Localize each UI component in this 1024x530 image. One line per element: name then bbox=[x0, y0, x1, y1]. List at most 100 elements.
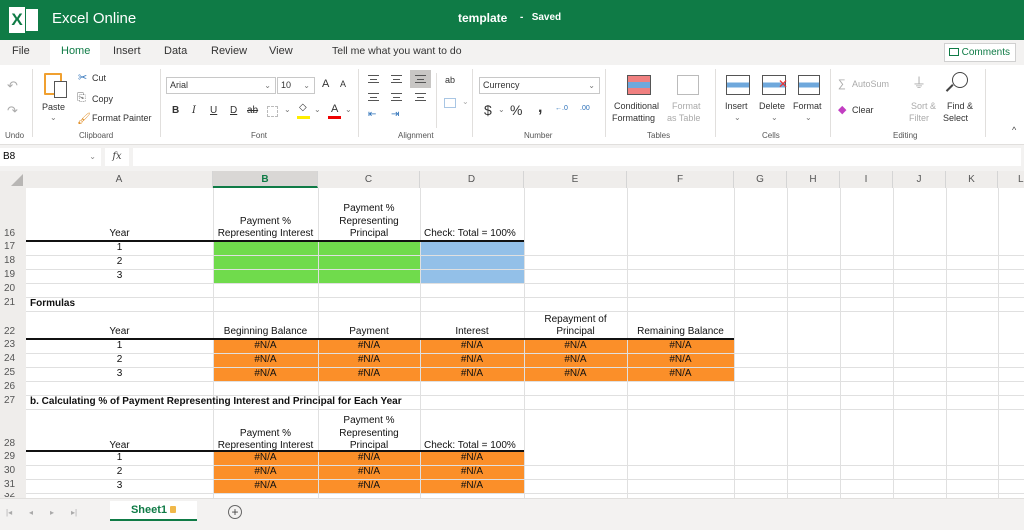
borders-icon[interactable] bbox=[267, 106, 278, 117]
column-header-c[interactable]: C bbox=[318, 171, 420, 188]
table2-cell[interactable]: #N/A bbox=[524, 354, 627, 366]
align-top-icon[interactable] bbox=[368, 75, 379, 83]
table2-cell[interactable]: #N/A bbox=[627, 354, 734, 366]
chevron-down-icon[interactable]: ⌄ bbox=[498, 105, 505, 114]
table1-header-year[interactable]: Year bbox=[26, 228, 213, 240]
font-size-dropdown[interactable]: 10 ⌄ bbox=[277, 77, 315, 94]
row-header-20[interactable]: 20 bbox=[0, 283, 26, 294]
row-header-17[interactable]: 17 bbox=[0, 241, 26, 252]
table2-cell[interactable]: #N/A bbox=[420, 340, 524, 352]
table2-header-remaining-balance[interactable]: Remaining Balance bbox=[627, 326, 734, 338]
table2-cell[interactable]: #N/A bbox=[213, 368, 318, 380]
column-header-a[interactable]: A bbox=[26, 171, 213, 188]
tab-review[interactable]: Review bbox=[201, 40, 257, 65]
number-format-dropdown[interactable]: Currency ⌄ bbox=[479, 77, 600, 94]
tell-me-search[interactable]: Tell me what you want to do bbox=[332, 45, 462, 57]
table1-header-principal-line1[interactable]: Payment % bbox=[318, 203, 420, 215]
tab-data[interactable]: Data bbox=[154, 40, 197, 65]
strikethrough-button[interactable]: ab bbox=[247, 105, 258, 116]
table2-cell[interactable]: #N/A bbox=[524, 368, 627, 380]
last-sheet-icon[interactable]: ▸| bbox=[71, 508, 77, 517]
table2-cell[interactable]: #N/A bbox=[213, 340, 318, 352]
shrink-font-button[interactable]: A bbox=[340, 79, 346, 89]
table1-header-principal-line3[interactable]: Principal bbox=[318, 228, 420, 240]
chevron-down-icon[interactable]: ⌄ bbox=[345, 105, 352, 114]
table3-year[interactable]: 2 bbox=[26, 466, 213, 478]
column-header-g[interactable]: G bbox=[734, 171, 787, 188]
comments-button[interactable]: Comments bbox=[943, 43, 1016, 62]
row-header-28[interactable]: 28 bbox=[0, 438, 26, 449]
tab-file[interactable]: File bbox=[2, 40, 40, 65]
increase-indent-icon[interactable]: ⇥ bbox=[391, 109, 399, 120]
table3-cell[interactable]: #N/A bbox=[318, 480, 420, 492]
excel-logo-icon[interactable]: X bbox=[9, 7, 39, 33]
decrease-decimal-button[interactable]: .00 bbox=[580, 105, 590, 112]
table2-cell[interactable]: #N/A bbox=[627, 340, 734, 352]
row-header-29[interactable]: 29 bbox=[0, 451, 26, 462]
table1-year-3[interactable]: 3 bbox=[26, 270, 213, 282]
table1-header-check[interactable]: Check: Total = 100% bbox=[420, 228, 524, 240]
table2-year[interactable]: 1 bbox=[26, 340, 213, 352]
first-sheet-icon[interactable]: |◂ bbox=[6, 508, 12, 517]
chevron-down-icon[interactable]: ⌄ bbox=[314, 105, 321, 114]
prev-sheet-icon[interactable]: ◂ bbox=[29, 508, 33, 517]
sheet-tab-sheet1[interactable]: Sheet1 bbox=[110, 501, 197, 521]
tab-view[interactable]: View bbox=[259, 40, 303, 65]
column-header-l[interactable]: L bbox=[998, 171, 1024, 188]
row-header-27[interactable]: 27 bbox=[0, 395, 26, 406]
table3-cell[interactable]: #N/A bbox=[420, 466, 524, 478]
tab-home[interactable]: Home bbox=[50, 40, 100, 65]
font-name-dropdown[interactable]: Arial ⌄ bbox=[166, 77, 276, 94]
column-header-e[interactable]: E bbox=[524, 171, 627, 188]
row-header-18[interactable]: 18 bbox=[0, 255, 26, 266]
table3-cell[interactable]: #N/A bbox=[213, 466, 318, 478]
bold-button[interactable]: B bbox=[172, 105, 179, 116]
increase-decimal-button[interactable]: ←.0 bbox=[555, 105, 568, 112]
undo-icon[interactable]: ↶ bbox=[7, 78, 18, 94]
tab-insert[interactable]: Insert bbox=[103, 40, 151, 65]
italic-button[interactable]: I bbox=[192, 105, 196, 116]
decrease-indent-icon[interactable]: ⇤ bbox=[368, 109, 376, 120]
row-header-21[interactable]: 21 bbox=[0, 297, 26, 308]
table2-cell[interactable]: #N/A bbox=[627, 368, 734, 380]
section-b-title[interactable]: b. Calculating % of Payment Representing… bbox=[26, 396, 626, 408]
table1-header-interest-line1[interactable]: Payment % bbox=[213, 216, 318, 228]
table3-header-principal-line1[interactable]: Payment % bbox=[318, 415, 420, 427]
currency-button[interactable]: $ bbox=[484, 102, 492, 118]
table2-header-repayment-line1[interactable]: Repayment of bbox=[524, 314, 627, 326]
row-header-26[interactable]: 26 bbox=[0, 381, 26, 392]
table1-header-principal-line2[interactable]: Representing bbox=[318, 216, 420, 228]
row-header-22[interactable]: 22 bbox=[0, 326, 26, 337]
comma-style-button[interactable]: , bbox=[538, 99, 542, 117]
green-fill-range[interactable] bbox=[213, 241, 420, 283]
table3-cell[interactable]: #N/A bbox=[318, 466, 420, 478]
table3-year[interactable]: 3 bbox=[26, 480, 213, 492]
spreadsheet-grid[interactable]: Year Payment % Representing Interest Pay… bbox=[26, 188, 1024, 498]
chevron-down-icon[interactable]: ⌄ bbox=[462, 97, 469, 106]
formulas-label[interactable]: Formulas bbox=[26, 298, 213, 310]
table2-year[interactable]: 2 bbox=[26, 354, 213, 366]
table2-cell[interactable]: #N/A bbox=[318, 354, 420, 366]
formula-input[interactable] bbox=[133, 148, 1021, 166]
name-box[interactable]: B8 ⌄ bbox=[0, 148, 101, 166]
table2-header-interest[interactable]: Interest bbox=[420, 326, 524, 338]
table2-year[interactable]: 3 bbox=[26, 368, 213, 380]
percent-button[interactable]: % bbox=[510, 102, 522, 118]
table3-year[interactable]: 1 bbox=[26, 452, 213, 464]
table3-cell[interactable]: #N/A bbox=[420, 480, 524, 492]
column-header-i[interactable]: I bbox=[840, 171, 893, 188]
align-center-icon[interactable] bbox=[391, 93, 402, 101]
table2-cell[interactable]: #N/A bbox=[213, 354, 318, 366]
row-header-24[interactable]: 24 bbox=[0, 353, 26, 364]
insert-function-button[interactable]: fx bbox=[105, 148, 129, 166]
row-header-30[interactable]: 30 bbox=[0, 465, 26, 476]
table2-header-repayment-line2[interactable]: Principal bbox=[524, 326, 627, 338]
double-underline-button[interactable]: D bbox=[230, 105, 237, 116]
column-header-j[interactable]: J bbox=[893, 171, 946, 188]
table2-header-beginning-balance[interactable]: Beginning Balance bbox=[213, 326, 318, 338]
wrap-text-button[interactable]: ab bbox=[445, 75, 455, 85]
table3-cell[interactable]: #N/A bbox=[213, 480, 318, 492]
merge-cells-icon[interactable] bbox=[444, 98, 456, 108]
align-middle-icon[interactable] bbox=[391, 75, 402, 83]
table2-cell[interactable]: #N/A bbox=[420, 368, 524, 380]
